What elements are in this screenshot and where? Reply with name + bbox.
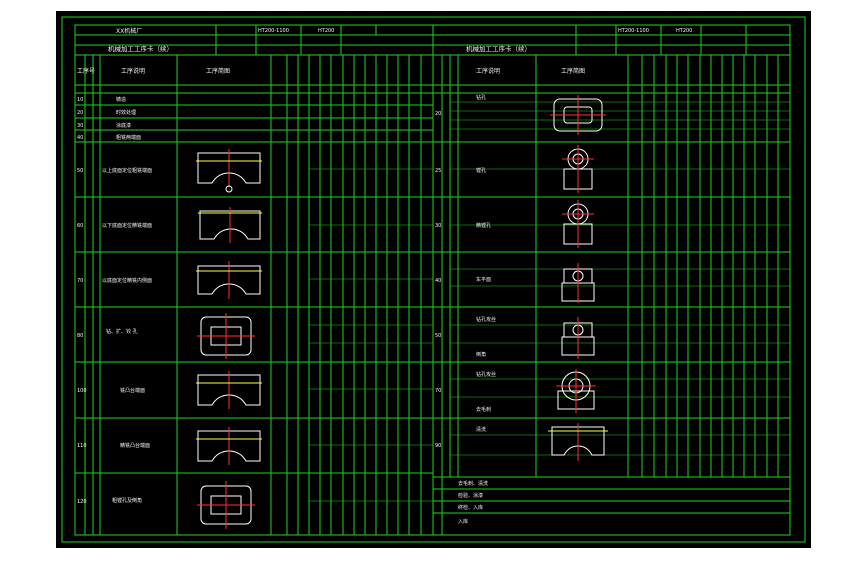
- sketch-block-4: [197, 313, 255, 359]
- op-text: 粗镗孔及倒角: [112, 497, 142, 504]
- op-text: 清洗: [476, 426, 486, 433]
- op-text: 钻孔攻丝: [476, 316, 496, 323]
- right-material: HT200: [676, 28, 692, 34]
- sketch-block-3: [196, 261, 262, 299]
- op-text: 钻孔: [476, 94, 486, 101]
- left-part-no: HT200-1100: [258, 28, 289, 34]
- op-no: 50: [435, 333, 441, 339]
- sketch-block-1: [196, 149, 262, 193]
- note-text: 终检、入库: [458, 504, 483, 511]
- sketch-block-7: [197, 481, 255, 529]
- note-text: 检验、涂漆: [458, 492, 483, 499]
- op-no: 10: [77, 97, 83, 103]
- left-material: HT200: [318, 28, 334, 34]
- op-no: 20: [435, 111, 441, 117]
- drawing-canvas: XX机械厂 机械加工工序卡（续） HT200-1100 HT200 工序号 工序…: [56, 11, 811, 548]
- op-text: 粗铣两端面: [116, 134, 141, 141]
- op-text: 时效处理: [116, 109, 136, 116]
- op-no: 50: [77, 168, 83, 174]
- op-no: 80: [77, 333, 83, 339]
- sketch-block-5: [196, 371, 262, 409]
- op-text: 精铣凸台端面: [120, 442, 150, 449]
- op-no: 40: [77, 135, 83, 141]
- right-sketch-4: [561, 263, 595, 303]
- op-no: 40: [435, 278, 441, 284]
- note-text: 入库: [458, 518, 468, 525]
- op-no: 100: [77, 388, 87, 394]
- right-sketch-2: [562, 145, 594, 193]
- op-no: 70: [435, 388, 441, 394]
- op-text: 钻、扩、铰 孔: [106, 328, 138, 335]
- right-sketch-6: [556, 369, 596, 413]
- op-text: 精镗孔: [476, 222, 491, 229]
- op-no: 120: [77, 499, 87, 505]
- right-sketch-7: [548, 423, 608, 461]
- right-sketch-5: [561, 317, 595, 359]
- right-sketch-3: [562, 200, 594, 248]
- sketch-block-2: [198, 207, 262, 243]
- op-text: 钻孔攻丝: [476, 371, 496, 378]
- col-op-sketch: 工序简图: [206, 67, 230, 75]
- left-card-title: 机械加工工序卡（续）: [108, 44, 173, 53]
- op-no: 90: [435, 443, 441, 449]
- op-no: 30: [77, 123, 83, 129]
- sketch-block-6: [196, 427, 262, 465]
- op-no: 70: [77, 278, 83, 284]
- note-text: 去毛刺、清洗: [458, 480, 488, 487]
- left-card: XX机械厂 机械加工工序卡（续） HT200-1100 HT200 工序号 工序…: [75, 25, 433, 535]
- op-no: 25: [435, 168, 441, 174]
- op-no: 110: [77, 443, 87, 449]
- op-text: 以底面定位精铣内侧面: [102, 277, 152, 284]
- right-card-title: 机械加工工序卡（续）: [466, 44, 531, 53]
- op-text: 铣凸台端面: [120, 387, 145, 394]
- op-text: 倒角: [476, 351, 486, 358]
- process-card-sheet: XX机械厂 机械加工工序卡（续） HT200-1100 HT200 工序号 工序…: [61, 16, 806, 543]
- op-no: 60: [77, 223, 83, 229]
- op-text: 以上底面定位粗铣端面: [102, 167, 152, 174]
- right-col-op-sketch: 工序简图: [561, 67, 585, 75]
- op-text: 去毛刺: [476, 406, 491, 413]
- right-card: 机械加工工序卡（续） HT200-1100 HT200 工序说明 工序简图 20…: [433, 25, 790, 535]
- op-no: 20: [77, 110, 83, 116]
- op-text: 铸造: [116, 96, 126, 103]
- op-text: 镗孔: [476, 167, 486, 174]
- col-op-desc: 工序说明: [121, 67, 145, 75]
- right-col-op-desc: 工序说明: [476, 67, 500, 75]
- op-no: 30: [435, 223, 441, 229]
- op-text: 涂底漆: [116, 122, 131, 129]
- col-op-no: 工序号: [77, 67, 95, 75]
- company-label: XX机械厂: [116, 27, 142, 35]
- right-part-no: HT200-1100: [618, 28, 649, 34]
- op-text: 车平面: [476, 276, 491, 283]
- op-text: 以下底面定位精铣端面: [102, 222, 152, 229]
